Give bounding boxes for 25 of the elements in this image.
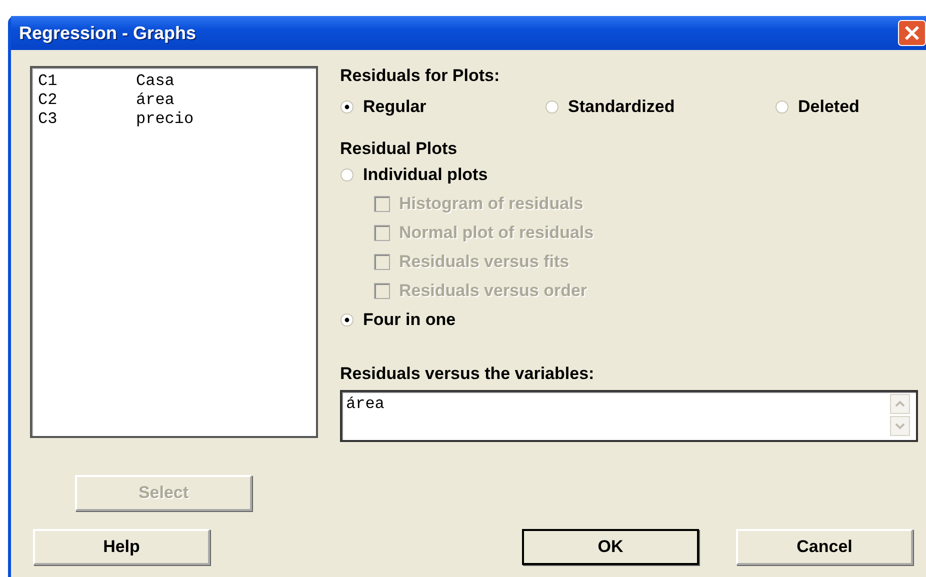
close-icon[interactable] (898, 20, 926, 46)
variable-item[interactable]: C3 precio (38, 110, 310, 129)
help-button[interactable]: Help (33, 528, 210, 564)
scroll-up-icon[interactable] (890, 394, 910, 414)
variable-item[interactable]: C1 Casa (38, 72, 310, 91)
radio-button[interactable] (545, 100, 559, 114)
radio-button[interactable] (340, 168, 354, 182)
cancel-button[interactable]: Cancel (736, 528, 913, 564)
radio-label[interactable]: Regular (363, 96, 426, 116)
section-label: Residual Plots (340, 139, 458, 159)
variables-field[interactable]: área (340, 390, 918, 442)
radio-button[interactable] (340, 100, 354, 114)
radio-label[interactable]: Four in one (363, 310, 456, 330)
variable-item[interactable]: C2 área (38, 91, 310, 110)
ok-button[interactable]: OK (522, 528, 699, 564)
radio-button[interactable] (775, 100, 789, 114)
field-label: Residuals versus the variables: (340, 364, 596, 384)
variable-list[interactable]: C1 Casa C2 área C3 precio (30, 66, 318, 438)
radio-button[interactable] (340, 312, 354, 326)
section-label: Residuals for Plots: (340, 66, 501, 86)
scroll-down-icon[interactable] (890, 416, 910, 436)
radio-label[interactable]: Standardized (568, 96, 675, 116)
window-title: Regression - Graphs (19, 22, 196, 44)
radio-label[interactable]: Deleted (798, 96, 860, 116)
radio-label[interactable]: Individual plots (363, 164, 488, 184)
